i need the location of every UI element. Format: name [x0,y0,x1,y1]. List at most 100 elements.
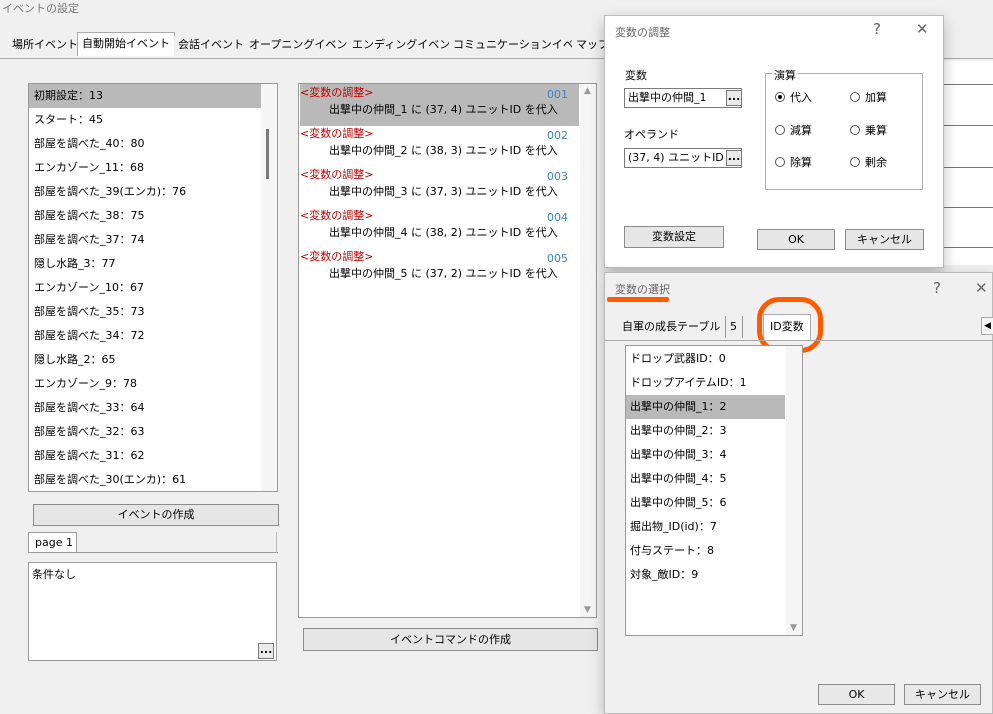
operand-select-button[interactable]: ... [726,150,742,166]
event-list-item[interactable]: 部屋を調べた_30(エンカ)：61 [29,468,261,491]
command-header[interactable]: <変数の調整> [300,127,373,141]
variable-adjust-dialog: 変数の調整 ? ✕ 変数 出撃中の仲間_1 ... オペランド (37, 4) … [604,15,944,268]
cancel-button[interactable]: キャンセル [845,229,924,250]
cancel-button[interactable]: キャンセル [904,684,981,705]
tab-location-event[interactable]: 場所イベント [8,36,83,56]
variable-list-scrollbar[interactable]: ▼ [786,346,802,635]
background-line [944,207,993,208]
tab-divider [605,340,993,341]
variable-list-item[interactable]: ドロップアイテムID：1 [626,371,785,395]
variable-list-item[interactable]: 出撃中の仲間_2：3 [626,419,785,443]
operand-label: オペランド [624,128,679,141]
op-assign-radio[interactable]: 代入 [775,90,812,106]
event-list-item[interactable]: 部屋を調べた_38：75 [29,204,261,228]
event-list-item[interactable]: 部屋を調べた_33：64 [29,396,261,420]
page-tab-edge [276,532,277,553]
tab-growth-table[interactable]: 自軍の成長テーブル [617,316,727,338]
event-list-item[interactable]: 部屋を調べた_34：72 [29,324,261,348]
variable-list-item[interactable]: 出撃中の仲間_5：6 [626,491,785,515]
command-header[interactable]: <変数の調整> [300,168,373,182]
command-text[interactable]: 出撃中の仲間_4 に (38, 2) ユニットID を代入 [329,225,558,241]
event-list-item[interactable]: 隠し水路_3：77 [29,252,261,276]
radio-checked-icon [775,92,785,102]
op-modulo-radio[interactable]: 剰余 [850,155,887,171]
operation-group-label: 演算 [772,67,798,83]
dialog-title: 変数の調整 [615,26,670,39]
command-number: 005 [547,252,568,265]
command-number: 001 [547,88,568,101]
variable-list-item[interactable]: 出撃中の仲間_1：2 [626,395,785,419]
variable-list[interactable]: ドロップ武器ID：0 ドロップアイテムID：1 出撃中の仲間_1：2 出撃中の仲間_2… [625,345,803,636]
variable-list-item[interactable]: 出撃中の仲間_3：4 [626,443,785,467]
condition-edit-button[interactable]: ... [258,643,274,659]
command-number: 003 [547,170,568,183]
op-divide-radio[interactable]: 除算 [775,155,812,171]
command-list-scrollbar[interactable]: ▲ ▼ [580,84,596,617]
ok-button[interactable]: OK [757,229,835,250]
command-number: 002 [547,129,568,142]
event-list-item[interactable]: 部屋を調べた_32：63 [29,420,261,444]
event-list-item[interactable]: エンカゾーン_10：67 [29,276,261,300]
background-line [944,167,993,168]
command-list[interactable]: <変数の調整> 001 出撃中の仲間_1 に (37, 4) ユニットID を代入 <… [298,83,597,618]
variable-list-item[interactable]: 付与ステート：8 [626,539,785,563]
command-text[interactable]: 出撃中の仲間_3 に (37, 3) ユニットID を代入 [329,184,558,200]
event-list-item[interactable]: 部屋を調べた_31：62 [29,444,261,468]
command-text[interactable]: 出撃中の仲間_2 に (38, 3) ユニットID を代入 [329,143,558,159]
variable-list-item[interactable]: ドロップ武器ID：0 [626,347,785,371]
radio-icon [775,125,785,135]
condition-text: 条件なし [32,568,76,581]
variable-select-button[interactable]: ... [726,90,742,106]
variable-list-item[interactable]: 掘出物_ID(id)：7 [626,515,785,539]
variable-list-item[interactable]: 出撃中の仲間_4：5 [626,467,785,491]
event-list-item[interactable]: 初期設定：13 [29,84,261,108]
event-list-item[interactable]: エンカゾーン_11：68 [29,156,261,180]
event-list[interactable]: 初期設定：13 スタート：45 部屋を調べた_40：80 エンカゾーン_11：68 部屋… [28,83,278,492]
close-icon[interactable]: ✕ [975,279,988,297]
background-line [944,125,993,126]
variable-list-item[interactable]: 対象_敵ID：9 [626,563,785,587]
background-line [944,247,993,248]
command-header[interactable]: <変数の調整> [300,209,373,223]
op-subtract-radio[interactable]: 減算 [775,123,812,139]
op-multiply-radio[interactable]: 乗算 [850,123,887,139]
event-list-item[interactable]: スタート：45 [29,108,261,132]
variable-field[interactable]: 出撃中の仲間_1 [624,88,742,108]
event-list-item[interactable]: 部屋を調べた_39(エンカ)：76 [29,180,261,204]
command-header[interactable]: <変数の調整> [300,86,373,100]
operand-field[interactable]: (37, 4) ユニットID [624,148,742,168]
tab-5[interactable]: 5 [725,316,743,338]
background-line [944,84,993,85]
condition-box[interactable]: 条件なし [28,562,277,661]
help-icon[interactable]: ? [933,279,941,297]
command-header[interactable]: <変数の調整> [300,250,373,264]
page-tab[interactable]: page 1 [28,532,77,553]
scroll-thumb[interactable] [266,129,269,179]
op-add-radio[interactable]: 加算 [850,90,887,106]
event-list-scrollbar[interactable] [261,84,277,491]
event-list-item[interactable]: 部屋を調べた_37：74 [29,228,261,252]
window-title: イベントの設定 [2,2,79,15]
create-event-button[interactable]: イベントの作成 [33,504,279,526]
command-text[interactable]: 出撃中の仲間_5 に (37, 2) ユニットID を代入 [329,266,558,282]
scroll-down-icon[interactable]: ▼ [790,623,797,633]
dialog-title: 変数の選択 [615,283,670,296]
tab-opening-event[interactable]: オープニングイベント [245,36,364,56]
tab-autostart-event[interactable]: 自動開始イベント [77,32,175,56]
event-list-item[interactable]: 部屋を調べた_40：80 [29,132,261,156]
scroll-down-icon[interactable]: ▼ [584,605,591,615]
close-icon[interactable]: ✕ [916,20,929,38]
radio-icon [850,125,860,135]
event-list-item[interactable]: エンカゾーン_9：78 [29,372,261,396]
tab-scroll-left-icon[interactable]: ◀ [981,317,993,335]
variable-label: 変数 [625,69,647,82]
event-list-item[interactable]: 部屋を調べた_35：73 [29,300,261,324]
create-command-button[interactable]: イベントコマンドの作成 [303,628,598,651]
set-variable-button[interactable]: 変数設定 [624,226,724,248]
help-icon[interactable]: ? [873,20,881,38]
event-list-item[interactable]: 隠し水路_2：65 [29,348,261,372]
scroll-up-icon[interactable]: ▲ [584,86,591,96]
command-text[interactable]: 出撃中の仲間_1 に (37, 4) ユニットID を代入 [329,102,558,118]
tab-talk-event[interactable]: 会話イベント [174,36,249,56]
ok-button[interactable]: OK [818,684,895,705]
